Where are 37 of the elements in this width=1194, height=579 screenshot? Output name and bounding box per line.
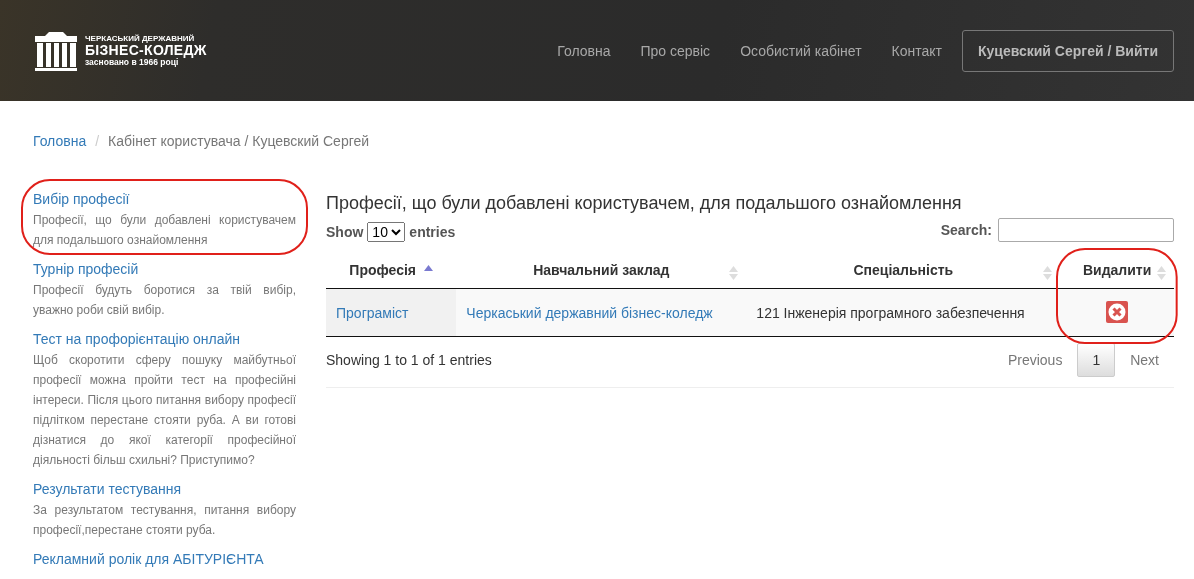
sidebar-link[interactable]: Результати тестування bbox=[33, 478, 296, 500]
breadcrumb-link[interactable]: Головна bbox=[33, 133, 87, 151]
nav-link[interactable]: Про сервіс bbox=[625, 42, 726, 59]
logo-text: ЧЕРКАСЬКИЙ ДЕРЖАВНИЙ bbox=[85, 34, 196, 43]
entries-label: entries bbox=[409, 224, 456, 240]
logo-text: БІЗНЕС-КОЛЕДЖ bbox=[85, 42, 207, 58]
search-field[interactable] bbox=[998, 218, 1174, 242]
logo-text: засновано в 1966 році bbox=[85, 57, 179, 67]
page-length-select[interactable]: 10 bbox=[367, 222, 406, 242]
column-header[interactable]: Видалити bbox=[1083, 262, 1152, 278]
pagination-button[interactable]: 1 bbox=[1077, 343, 1116, 377]
delete-icon[interactable] bbox=[1106, 301, 1129, 323]
nav-link[interactable]: Контакт bbox=[876, 42, 957, 59]
breadcrumb-current: Кабінет користувача / Куцевский Сергей bbox=[108, 133, 370, 151]
page-heading: Професії, що були добавлені користувачем, для подальшого ознайомлення bbox=[326, 193, 963, 214]
sidebar-description: За результатом тестування, питання вибору професії,перестане стояти руба. bbox=[33, 502, 296, 539]
pagination-button[interactable]: Previous bbox=[992, 343, 1078, 377]
show-label: Show bbox=[326, 224, 364, 240]
sidebar-link[interactable]: Вибір професії bbox=[33, 188, 296, 210]
sidebar-description: Професії, що були добавлені користувачем для подальшого ознайомлення bbox=[33, 212, 296, 249]
profession-link[interactable]: Програміст bbox=[336, 304, 409, 321]
sidebar-description: Професії будуть боротися за твій вибір, уважно роби свій вибір. bbox=[33, 282, 296, 319]
nav-link[interactable]: Головна bbox=[542, 42, 626, 59]
column-header[interactable]: Спеціальність bbox=[853, 262, 954, 278]
nav-link[interactable]: Особистий кабінет bbox=[725, 42, 877, 59]
breadcrumb-separator: / bbox=[95, 133, 100, 151]
sidebar-link[interactable]: Турнір професій bbox=[33, 258, 296, 280]
logout-button[interactable]: Куцевский Сергей / Вийти bbox=[962, 29, 1174, 72]
pagination-button[interactable]: Next bbox=[1115, 343, 1174, 377]
column-header[interactable]: Професія bbox=[349, 262, 416, 278]
sidebar-description: Щоб скоротити сферу пошуку майбутньої професії можна пройти тест на професійні інтереси. Після цього питання вибору професії підлітком перестане стояти руба. А ви готові дізнатися до якої категорії професійної діяльності більш схильні? Приступимо? bbox=[33, 352, 296, 469]
sidebar-link[interactable]: Тест на профорієнтацію онлайн bbox=[33, 328, 296, 350]
column-header[interactable]: Навчальний заклад bbox=[533, 262, 670, 278]
search-label: Search: bbox=[940, 221, 992, 238]
table-cell: 121 Інженерія програмного забезпечення bbox=[756, 304, 1025, 321]
table-info: Showing 1 to 1 of 1 entries bbox=[326, 352, 492, 368]
sidebar-link[interactable]: Рекламний ролік для АБІТУРІЄНТА bbox=[33, 548, 296, 570]
